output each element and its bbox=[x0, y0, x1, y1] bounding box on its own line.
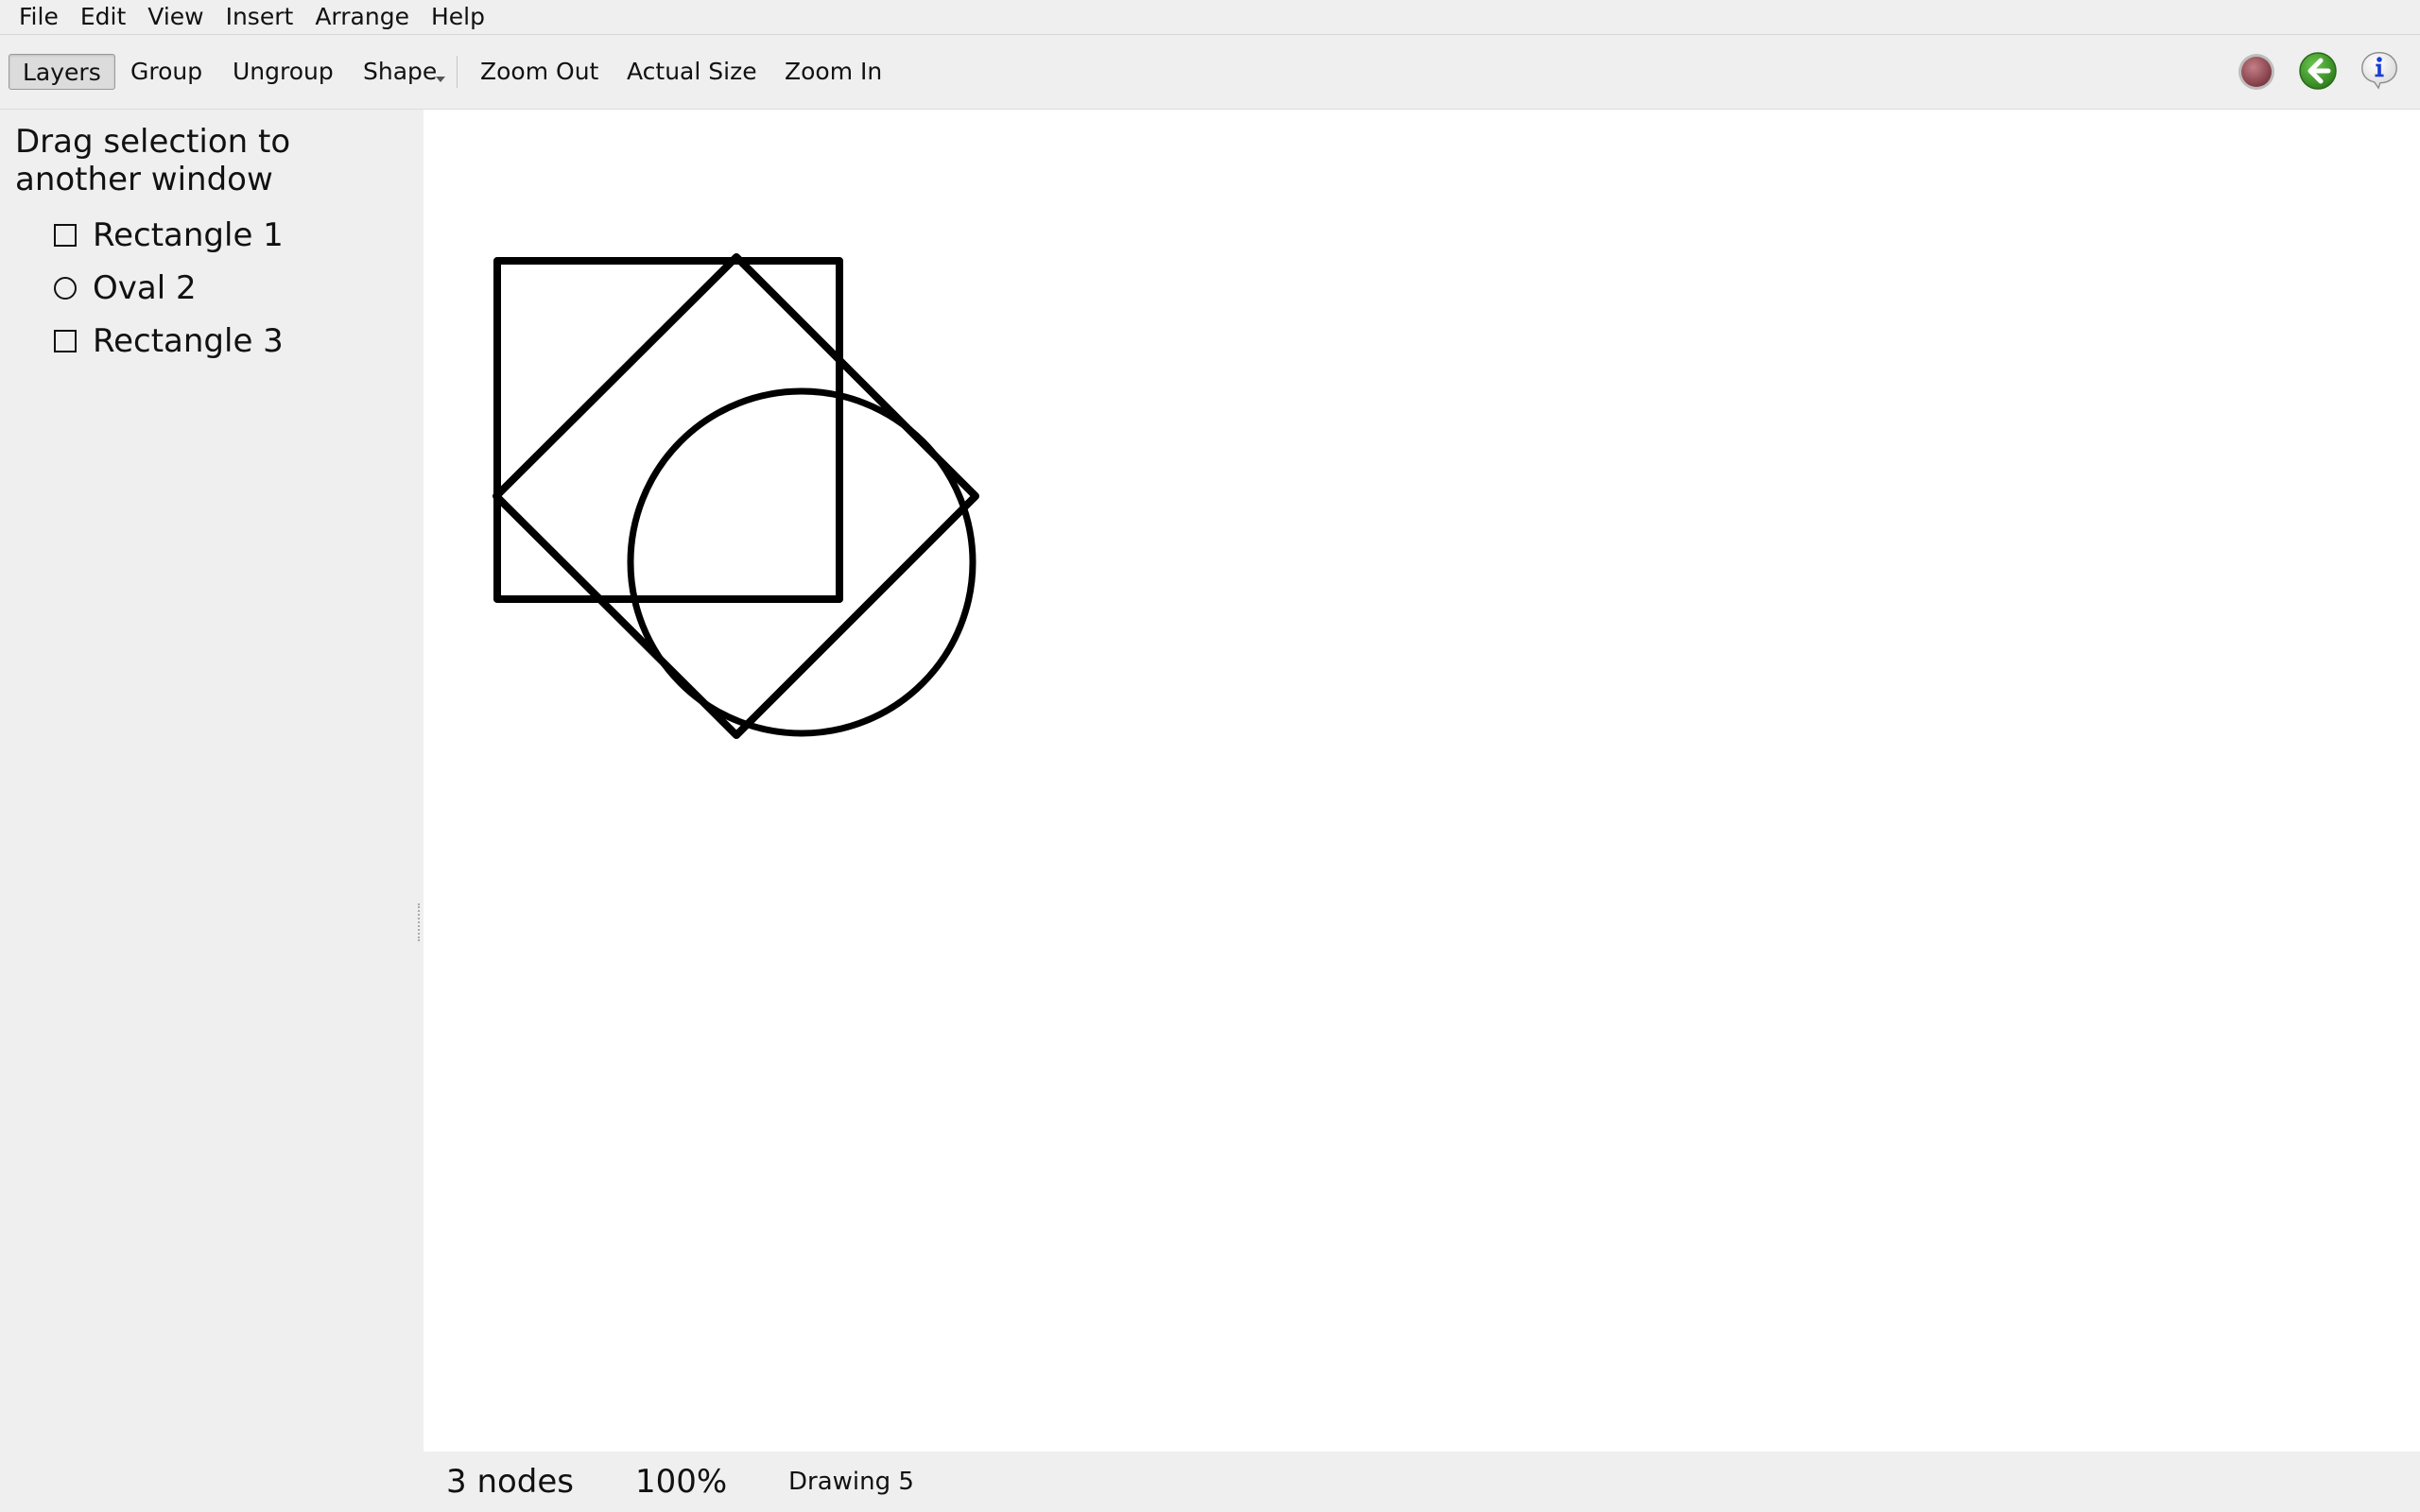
drawing-canvas[interactable] bbox=[424, 110, 2420, 1452]
node-count: 3 nodes bbox=[446, 1463, 575, 1501]
shape-menu-button[interactable]: Shape bbox=[350, 54, 450, 90]
square-icon bbox=[54, 224, 77, 247]
layers-panel: Drag selection to another window Rectang… bbox=[0, 110, 424, 1452]
canvas-drawing bbox=[493, 253, 979, 739]
zoom-level: 100% bbox=[635, 1463, 728, 1501]
menu-file[interactable]: File bbox=[0, 0, 72, 34]
layer-item-label: Rectangle 1 bbox=[93, 216, 284, 254]
menu-bar: File Edit View Insert Arrange Help bbox=[0, 0, 2420, 35]
info-icon[interactable] bbox=[2360, 50, 2399, 90]
layer-item-oval-2[interactable]: Oval 2 bbox=[53, 266, 197, 310]
zoom-out-button[interactable]: Zoom Out bbox=[467, 54, 612, 90]
group-button[interactable]: Group bbox=[117, 54, 216, 90]
app-window: File Edit View Insert Arrange Help Layer… bbox=[0, 0, 2420, 1512]
panel-splitter-handle[interactable] bbox=[418, 903, 423, 941]
zoom-in-button[interactable]: Zoom In bbox=[771, 54, 895, 90]
menu-insert[interactable]: Insert bbox=[217, 0, 307, 34]
chevron-down-icon bbox=[436, 77, 445, 82]
menu-help[interactable]: Help bbox=[423, 0, 498, 34]
menu-edit[interactable]: Edit bbox=[72, 0, 139, 34]
layer-item-label: Rectangle 3 bbox=[93, 322, 284, 360]
layer-item-rectangle-1[interactable]: Rectangle 1 bbox=[53, 214, 284, 257]
layer-item-rectangle-3[interactable]: Rectangle 3 bbox=[53, 319, 284, 363]
status-bar: 3 nodes 100% Drawing 5 bbox=[424, 1452, 2420, 1512]
layers-button[interactable]: Layers bbox=[9, 54, 115, 90]
shape-rectangle-3[interactable] bbox=[493, 253, 979, 739]
square-icon bbox=[54, 330, 77, 352]
document-name: Drawing 5 bbox=[788, 1468, 914, 1496]
record-stop-icon[interactable] bbox=[2237, 52, 2276, 92]
layer-item-label: Oval 2 bbox=[93, 269, 197, 307]
ungroup-button[interactable]: Ungroup bbox=[219, 54, 347, 90]
shape-button-label: Shape bbox=[363, 58, 438, 85]
toolbar: Layers Group Ungroup Shape Zoom Out Actu… bbox=[0, 35, 2420, 110]
drag-selection-hint: Drag selection to another window bbox=[15, 123, 291, 198]
circle-icon bbox=[54, 277, 77, 300]
toolbar-separator bbox=[457, 56, 458, 88]
menu-view[interactable]: View bbox=[139, 0, 216, 34]
actual-size-button[interactable]: Actual Size bbox=[614, 54, 770, 90]
back-arrow-icon[interactable] bbox=[2298, 51, 2338, 91]
menu-arrange[interactable]: Arrange bbox=[306, 0, 423, 34]
